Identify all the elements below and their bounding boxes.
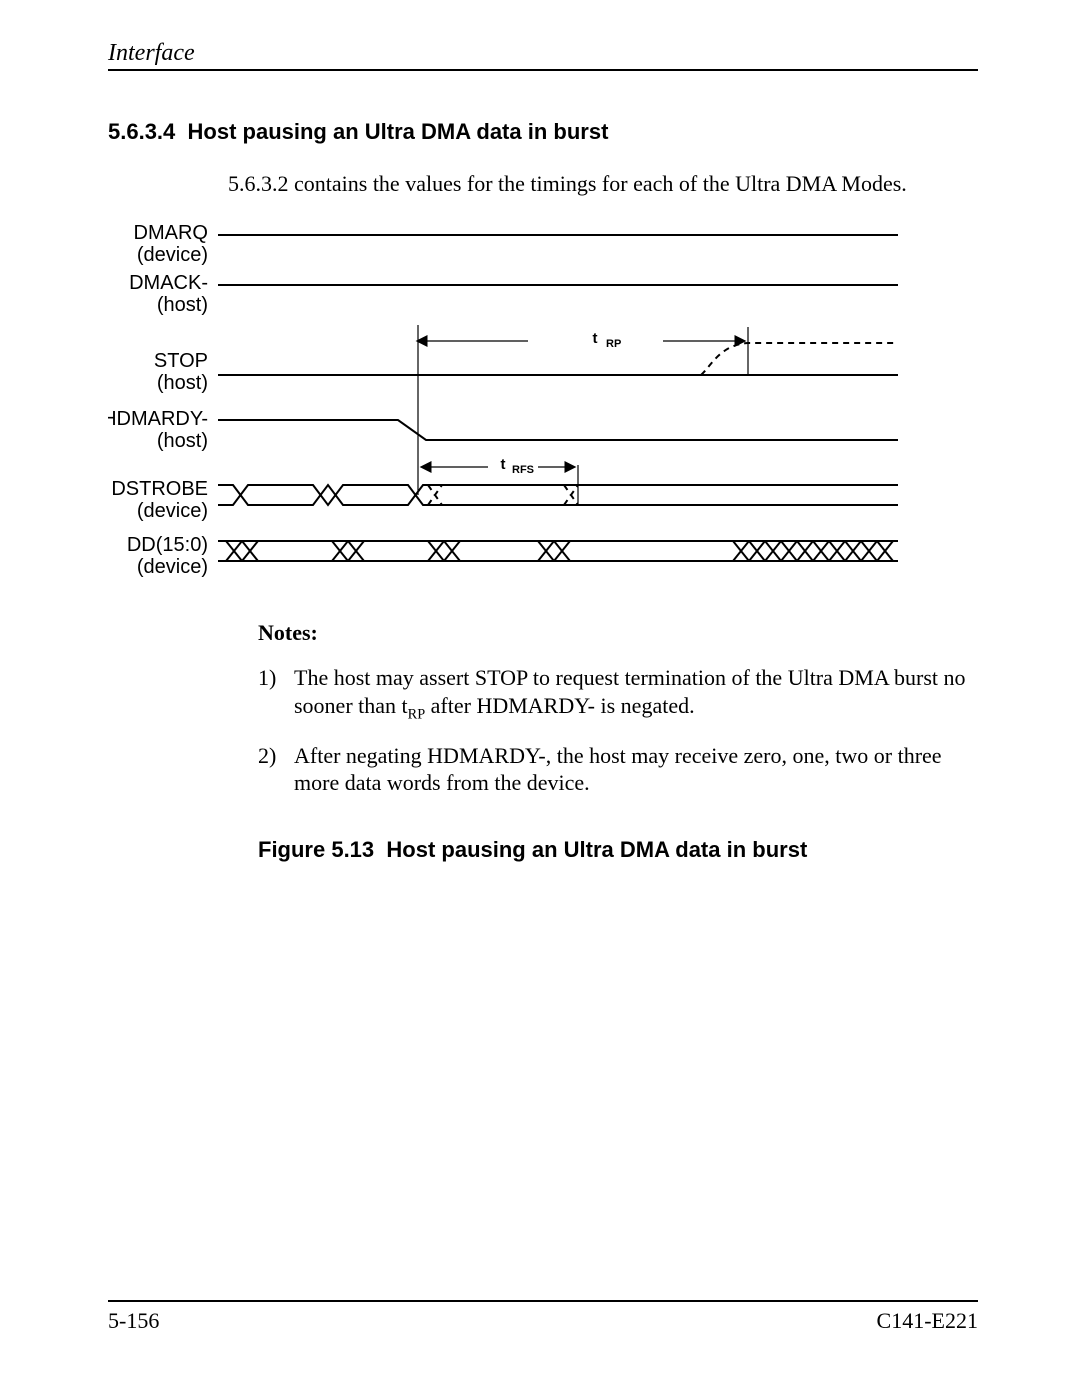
- svg-text:t: t: [593, 330, 598, 347]
- section-heading: 5.6.3.4 Host pausing an Ultra DMA data i…: [108, 119, 978, 145]
- page-footer: 5-156 C141-E221: [108, 1300, 978, 1334]
- page-header: Interface: [108, 40, 978, 71]
- timing-diagram: .lbl { font-family: Arial, Helvetica, sa…: [108, 215, 978, 590]
- notes-heading: Notes:: [258, 620, 978, 646]
- note-item: 2) After negating HDMARDY-, the host may…: [258, 742, 978, 797]
- signal-owner-stop: (host): [157, 372, 208, 394]
- signal-label-dmarq: DMARQ: [134, 222, 208, 244]
- note-text: The host may assert STOP to request term…: [294, 664, 978, 724]
- svg-text:t: t: [501, 456, 506, 473]
- section-number: 5.6.3.4: [108, 119, 175, 144]
- page-number: 5-156: [108, 1308, 159, 1334]
- signal-label-stop: STOP: [154, 350, 208, 372]
- svg-text:RP: RP: [606, 338, 621, 350]
- figure-label: Figure 5.13: [258, 837, 374, 862]
- doc-id: C141-E221: [877, 1308, 978, 1334]
- figure-caption: Figure 5.13 Host pausing an Ultra DMA da…: [258, 837, 978, 863]
- signal-label-dd: DD(15:0): [127, 534, 208, 556]
- note-number: 1): [258, 664, 294, 724]
- signal-owner-dd: (device): [137, 556, 208, 578]
- signal-label-dstrobe: DSTROBE: [111, 478, 208, 500]
- signal-owner-hdmardy: (host): [157, 430, 208, 452]
- note-item: 1) The host may assert STOP to request t…: [258, 664, 978, 724]
- signal-owner-dstrobe: (device): [137, 500, 208, 522]
- section-title: Host pausing an Ultra DMA data in burst: [188, 119, 609, 144]
- signal-owner-dmarq: (device): [137, 244, 208, 266]
- section-lead: 5.6.3.2 contains the values for the timi…: [228, 171, 978, 197]
- figure-title: Host pausing an Ultra DMA data in burst: [386, 837, 807, 862]
- note-number: 2): [258, 742, 294, 797]
- svg-text:RFS: RFS: [512, 464, 534, 476]
- timing-diagram-svg: .lbl { font-family: Arial, Helvetica, sa…: [108, 215, 978, 585]
- signal-label-dmack: DMACK-: [129, 272, 208, 294]
- signal-owner-dmack: (host): [157, 294, 208, 316]
- signal-label-hdmardy: HDMARDY-: [108, 408, 208, 430]
- note-text: After negating HDMARDY-, the host may re…: [294, 742, 978, 797]
